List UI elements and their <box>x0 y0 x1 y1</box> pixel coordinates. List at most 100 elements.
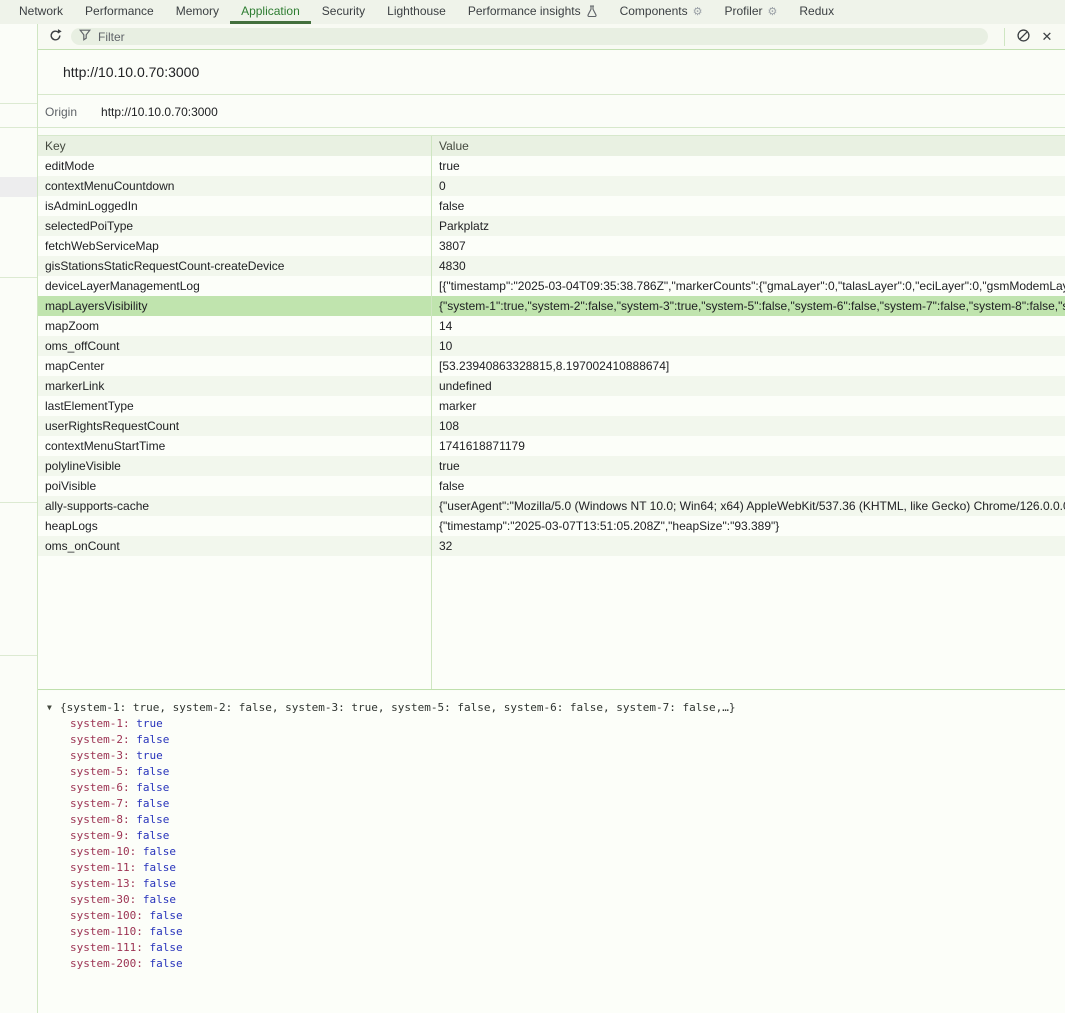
table-row[interactable]: oms_offCount10 <box>38 336 1065 356</box>
tab-lighthouse[interactable]: Lighthouse <box>376 0 457 24</box>
preview-entry: system-9: false <box>47 828 1065 844</box>
table-row[interactable]: lastElementTypemarker <box>38 396 1065 416</box>
close-panel-button[interactable]: ✕ <box>1035 25 1059 49</box>
row-key: fetchWebServiceMap <box>38 239 431 253</box>
preview-entry-key: system-3: <box>70 749 130 762</box>
preview-entry-key: system-1: <box>70 717 130 730</box>
key-column-header[interactable]: Key <box>38 139 431 153</box>
table-row[interactable]: heapLogs{"timestamp":"2025-03-07T13:51:0… <box>38 516 1065 536</box>
row-key: polylineVisible <box>38 459 431 473</box>
preview-summary-row[interactable]: ▼{system-1: true, system-2: false, syste… <box>47 700 1065 716</box>
filter-field[interactable] <box>71 28 988 45</box>
preview-entry: system-7: false <box>47 796 1065 812</box>
preview-entry-key: system-200: <box>70 957 143 970</box>
row-value: true <box>431 459 1065 473</box>
table-row[interactable]: editModetrue <box>38 156 1065 176</box>
table-row[interactable]: ally-supports-cache{"userAgent":"Mozilla… <box>38 496 1065 516</box>
tab-redux[interactable]: Redux <box>788 0 845 24</box>
preview-entry-value: false <box>130 797 170 810</box>
table-header-row: Key Value <box>38 136 1065 156</box>
table-row[interactable]: polylineVisibletrue <box>38 456 1065 476</box>
table-row[interactable]: userRightsRequestCount108 <box>38 416 1065 436</box>
expand-triangle-icon[interactable]: ▼ <box>47 700 60 716</box>
table-row[interactable]: markerLinkundefined <box>38 376 1065 396</box>
preview-entry: system-200: false <box>47 956 1065 972</box>
row-value: false <box>431 479 1065 493</box>
close-icon: ✕ <box>1042 29 1053 45</box>
tab-network[interactable]: Network <box>8 0 74 24</box>
preview-entry-key: system-13: <box>70 877 136 890</box>
table-row[interactable]: isAdminLoggedInfalse <box>38 196 1065 216</box>
preview-entry-key: system-7: <box>70 797 130 810</box>
preview-summary-text: {system-1: true, system-2: false, system… <box>60 701 736 714</box>
table-row[interactable]: contextMenuCountdown0 <box>38 176 1065 196</box>
table-row[interactable]: contextMenuStartTime1741618871179 <box>38 436 1065 456</box>
refresh-button[interactable] <box>43 25 67 49</box>
storage-toolbar: ✕ <box>38 24 1065 50</box>
gear-icon: ⚙ <box>693 4 703 18</box>
table-row[interactable]: mapZoom14 <box>38 316 1065 336</box>
gear-icon: ⚙ <box>768 4 778 18</box>
preview-entry-value: false <box>143 909 183 922</box>
preview-entry-key: system-2: <box>70 733 130 746</box>
sidebar-divider <box>0 502 37 503</box>
preview-entry-value: false <box>130 733 170 746</box>
table-row[interactable]: mapCenter[53.23940863328815,8.1970024108… <box>38 356 1065 376</box>
row-value: true <box>431 159 1065 173</box>
tab-application[interactable]: Application <box>230 0 311 24</box>
table-row[interactable]: poiVisiblefalse <box>38 476 1065 496</box>
funnel-icon <box>79 29 91 44</box>
tab-performance[interactable]: Performance <box>74 0 165 24</box>
preview-entry-key: system-111: <box>70 941 143 954</box>
application-panel-sidebar[interactable] <box>0 24 38 1013</box>
preview-entry: system-110: false <box>47 924 1065 940</box>
sidebar-divider <box>0 103 37 104</box>
value-column-header[interactable]: Value <box>431 139 1065 153</box>
preview-entry-value: false <box>136 861 176 874</box>
row-value: 4830 <box>431 259 1065 273</box>
filter-input[interactable] <box>98 30 980 44</box>
preview-entry-value: false <box>136 845 176 858</box>
row-value: [53.23940863328815,8.197002410888674] <box>431 359 1065 373</box>
preview-entry-value: false <box>136 893 176 906</box>
tab-label: Components <box>620 4 688 18</box>
table-row[interactable]: fetchWebServiceMap3807 <box>38 236 1065 256</box>
row-key: gisStationsStaticRequestCount-createDevi… <box>38 259 431 273</box>
tab-performance-insights[interactable]: Performance insights <box>457 0 609 24</box>
preview-entry-key: system-8: <box>70 813 130 826</box>
sidebar-selected-item[interactable] <box>0 177 37 197</box>
row-key: deviceLayerManagementLog <box>38 279 431 293</box>
tab-components[interactable]: Components ⚙ <box>609 0 714 24</box>
tab-profiler[interactable]: Profiler⚙ <box>714 0 789 24</box>
row-value: 0 <box>431 179 1065 193</box>
tab-security[interactable]: Security <box>311 0 376 24</box>
table-row[interactable]: deviceLayerManagementLog[{"timestamp":"2… <box>38 276 1065 296</box>
table-row[interactable]: oms_onCount32 <box>38 536 1065 556</box>
preview-entry: system-8: false <box>47 812 1065 828</box>
row-value: {"timestamp":"2025-03-07T13:51:05.208Z",… <box>431 519 1065 533</box>
row-value: Parkplatz <box>431 219 1065 233</box>
tab-memory[interactable]: Memory <box>165 0 230 24</box>
preview-entry: system-13: false <box>47 876 1065 892</box>
tab-label: Network <box>19 4 63 18</box>
preview-entry: system-3: true <box>47 748 1065 764</box>
row-key: isAdminLoggedIn <box>38 199 431 213</box>
preview-entry: system-6: false <box>47 780 1065 796</box>
preview-entry: system-100: false <box>47 908 1065 924</box>
row-value: 3807 <box>431 239 1065 253</box>
table-row[interactable]: mapLayersVisibility{"system-1":true,"sys… <box>38 296 1065 316</box>
sidebar-divider <box>0 655 37 656</box>
row-key: mapCenter <box>38 359 431 373</box>
storage-view: ✕ http://10.10.0.70:3000 Origin http://1… <box>38 24 1065 1013</box>
tab-label: Application <box>241 4 300 18</box>
row-key: editMode <box>38 159 431 173</box>
preview-entry-value: false <box>130 781 170 794</box>
clear-storage-button[interactable] <box>1011 25 1035 49</box>
origin-value: http://10.10.0.70:3000 <box>101 105 218 119</box>
table-row[interactable]: gisStationsStaticRequestCount-createDevi… <box>38 256 1065 276</box>
row-value: {"userAgent":"Mozilla/5.0 (Windows NT 10… <box>431 499 1065 513</box>
preview-entry-key: system-11: <box>70 861 136 874</box>
preview-entry-value: false <box>136 877 176 890</box>
preview-entry-value: false <box>130 829 170 842</box>
table-row[interactable]: selectedPoiTypeParkplatz <box>38 216 1065 236</box>
